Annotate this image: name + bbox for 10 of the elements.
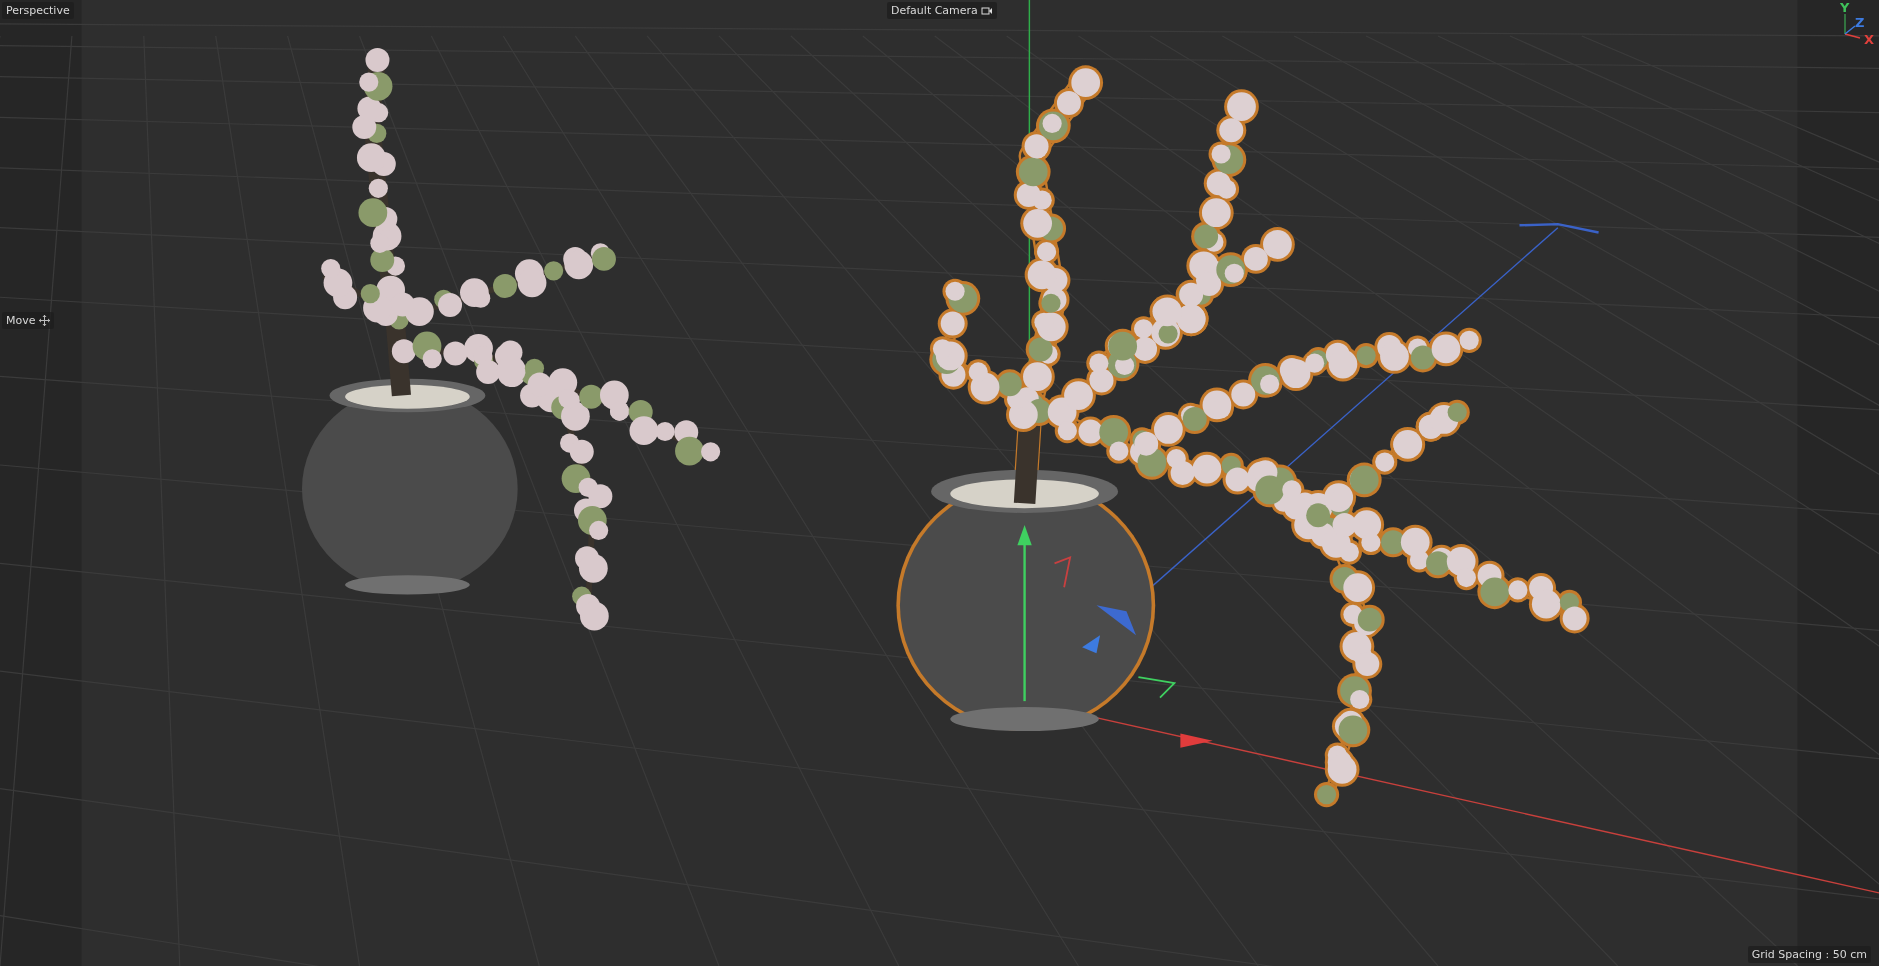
camera-label: Default Camera — [891, 4, 978, 17]
move-icon — [38, 315, 50, 326]
axis-letter: Y — [1840, 0, 1850, 15]
axis-letter: Z — [1855, 15, 1865, 30]
camera-icon — [980, 5, 993, 16]
grid-spacing-label: Grid Spacing : 50 cm — [1747, 946, 1871, 963]
camera-badge[interactable]: Default Camera — [887, 2, 997, 19]
view-name-label[interactable]: Perspective — [2, 2, 74, 19]
tool-label: Move — [6, 314, 36, 327]
axis-letter: X — [1864, 32, 1875, 47]
